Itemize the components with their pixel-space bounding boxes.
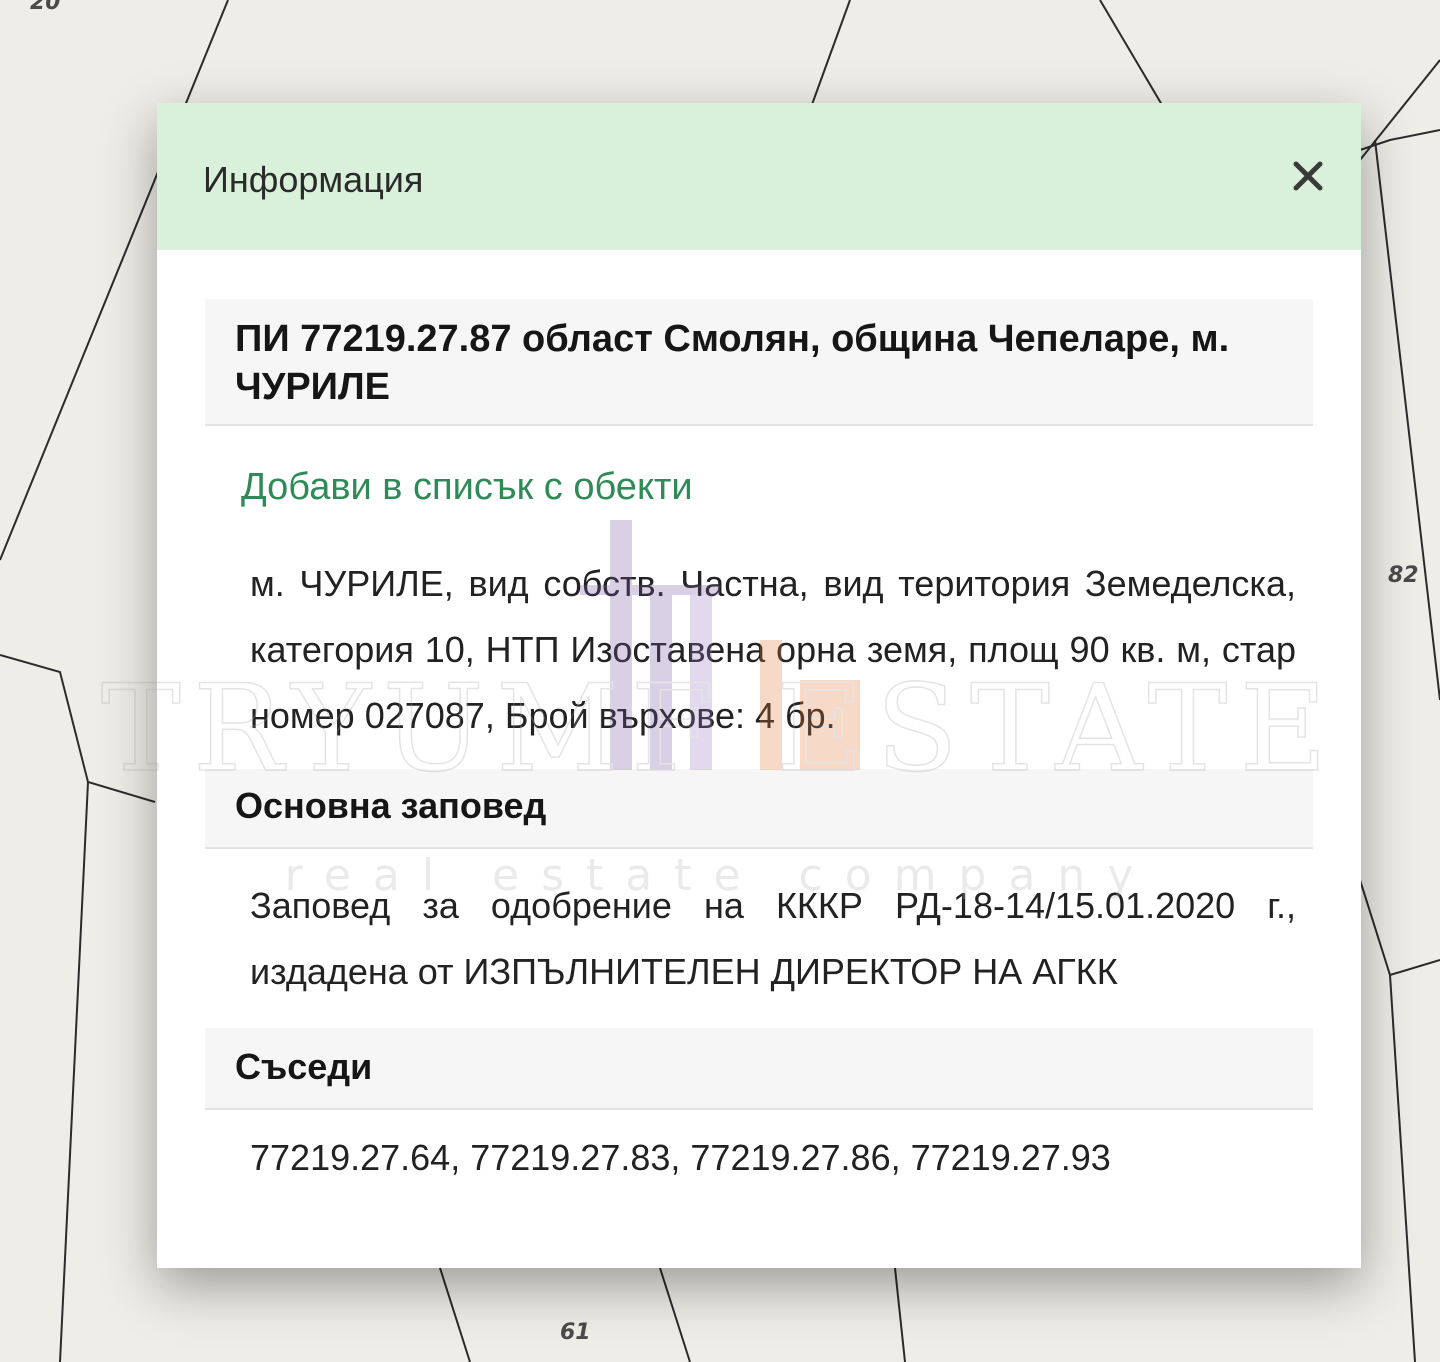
- close-icon: [1293, 161, 1323, 191]
- dialog-title: Информация: [203, 159, 424, 200]
- map-parcel-label: 20: [30, 0, 61, 15]
- dialog-header: Информация: [157, 103, 1361, 250]
- neighbors-text: 77219.27.64, 77219.27.83, 77219.27.86, 7…: [250, 1137, 1111, 1178]
- order-text: Заповед за одобрение на КККР РД-18-14/15…: [250, 885, 1296, 992]
- parcel-title: ПИ 77219.27.87 област Смолян, община Чеп…: [205, 299, 1313, 426]
- parcel-description: м. ЧУРИЛЕ, вид собств. Частна, вид терит…: [250, 563, 1296, 736]
- map-parcel-label: 82: [1388, 563, 1419, 588]
- order-heading: Основна заповед: [205, 769, 1313, 849]
- neighbors-heading: Съседи: [205, 1028, 1313, 1110]
- add-to-list-link[interactable]: Добави в списък с обекти: [241, 466, 693, 509]
- close-button[interactable]: [1283, 151, 1333, 201]
- info-dialog: Информация ПИ 77219.27.87 област Смолян,…: [157, 103, 1361, 1268]
- map-parcel-label: 61: [560, 1320, 591, 1345]
